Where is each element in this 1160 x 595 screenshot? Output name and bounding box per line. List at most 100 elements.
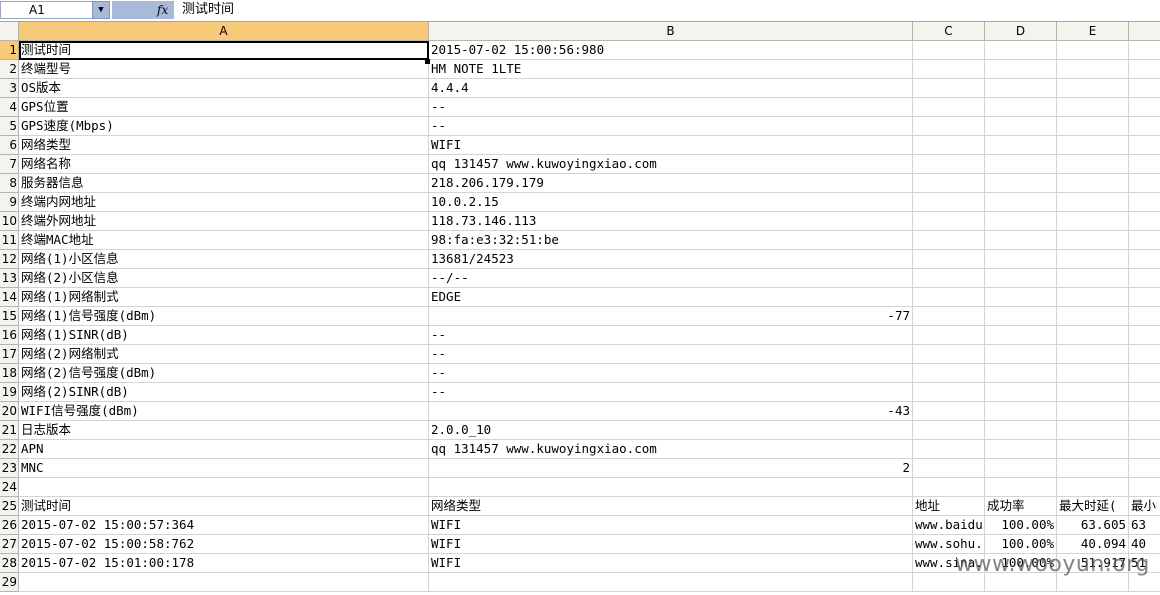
cell-e19[interactable] bbox=[1057, 383, 1129, 402]
cell-f9[interactable] bbox=[1129, 193, 1160, 212]
cell-b15[interactable]: -77 bbox=[429, 307, 913, 326]
cell-c9[interactable] bbox=[913, 193, 985, 212]
row-header[interactable]: 27 bbox=[0, 535, 19, 554]
row-header[interactable]: 1 bbox=[0, 41, 19, 60]
cell-f19[interactable] bbox=[1129, 383, 1160, 402]
cell-e6[interactable] bbox=[1057, 136, 1129, 155]
cell-a17[interactable]: 网络(2)网络制式 bbox=[19, 345, 429, 364]
cell-c22[interactable] bbox=[913, 440, 985, 459]
column-header-A[interactable]: A bbox=[19, 22, 429, 41]
cell-a12[interactable]: 网络(1)小区信息 bbox=[19, 250, 429, 269]
row-header[interactable]: 4 bbox=[0, 98, 19, 117]
cell-a16[interactable]: 网络(1)SINR(dB) bbox=[19, 326, 429, 345]
cell-d15[interactable] bbox=[985, 307, 1057, 326]
row-header[interactable]: 25 bbox=[0, 497, 19, 516]
cell-f18[interactable] bbox=[1129, 364, 1160, 383]
row-header[interactable]: 8 bbox=[0, 174, 19, 193]
cell-e4[interactable] bbox=[1057, 98, 1129, 117]
row-header[interactable]: 3 bbox=[0, 79, 19, 98]
cell-c1[interactable] bbox=[913, 41, 985, 60]
cell-b26[interactable]: WIFI bbox=[429, 516, 913, 535]
cell-f25[interactable]: 最小 bbox=[1129, 497, 1160, 516]
cell-d19[interactable] bbox=[985, 383, 1057, 402]
cell-f8[interactable] bbox=[1129, 174, 1160, 193]
cell-b2[interactable]: HM NOTE 1LTE bbox=[429, 60, 913, 79]
cell-a7[interactable]: 网络名称 bbox=[19, 155, 429, 174]
row-header[interactable]: 28 bbox=[0, 554, 19, 573]
cell-b16[interactable]: -- bbox=[429, 326, 913, 345]
cell-d9[interactable] bbox=[985, 193, 1057, 212]
cell-b27[interactable]: WIFI bbox=[429, 535, 913, 554]
cell-d16[interactable] bbox=[985, 326, 1057, 345]
cell-b24[interactable] bbox=[429, 478, 913, 497]
cell-a6[interactable]: 网络类型 bbox=[19, 136, 429, 155]
cell-f4[interactable] bbox=[1129, 98, 1160, 117]
cell-e12[interactable] bbox=[1057, 250, 1129, 269]
cell-d14[interactable] bbox=[985, 288, 1057, 307]
column-header-B[interactable]: B bbox=[429, 22, 913, 41]
row-header[interactable]: 20 bbox=[0, 402, 19, 421]
cell-f13[interactable] bbox=[1129, 269, 1160, 288]
cell-e11[interactable] bbox=[1057, 231, 1129, 250]
cell-f1[interactable] bbox=[1129, 41, 1160, 60]
cell-e16[interactable] bbox=[1057, 326, 1129, 345]
cell-f7[interactable] bbox=[1129, 155, 1160, 174]
cell-f22[interactable] bbox=[1129, 440, 1160, 459]
cell-e5[interactable] bbox=[1057, 117, 1129, 136]
cell-d13[interactable] bbox=[985, 269, 1057, 288]
cell-c10[interactable] bbox=[913, 212, 985, 231]
cell-b11[interactable]: 98:fa:e3:32:51:be bbox=[429, 231, 913, 250]
cell-a15[interactable]: 网络(1)信号强度(dBm) bbox=[19, 307, 429, 326]
cell-d3[interactable] bbox=[985, 79, 1057, 98]
cell-e20[interactable] bbox=[1057, 402, 1129, 421]
row-header[interactable]: 23 bbox=[0, 459, 19, 478]
cell-b28[interactable]: WIFI bbox=[429, 554, 913, 573]
fill-handle[interactable] bbox=[425, 59, 430, 64]
cell-a8[interactable]: 服务器信息 bbox=[19, 174, 429, 193]
cell-c5[interactable] bbox=[913, 117, 985, 136]
cell-a28[interactable]: 2015-07-02 15:01:00:178 bbox=[19, 554, 429, 573]
cell-b13[interactable]: --/-- bbox=[429, 269, 913, 288]
cell-c6[interactable] bbox=[913, 136, 985, 155]
cell-b14[interactable]: EDGE bbox=[429, 288, 913, 307]
row-header[interactable]: 12 bbox=[0, 250, 19, 269]
cell-a11[interactable]: 终端MAC地址 bbox=[19, 231, 429, 250]
column-header-next[interactable] bbox=[1129, 22, 1160, 41]
cell-a1[interactable]: 测试时间 bbox=[19, 41, 429, 60]
row-header[interactable]: 6 bbox=[0, 136, 19, 155]
cell-d18[interactable] bbox=[985, 364, 1057, 383]
cell-b7[interactable]: qq 131457 www.kuwoyingxiao.com bbox=[429, 155, 913, 174]
cell-a29[interactable] bbox=[19, 573, 429, 592]
cell-b5[interactable]: -- bbox=[429, 117, 913, 136]
cell-c15[interactable] bbox=[913, 307, 985, 326]
cell-a18[interactable]: 网络(2)信号强度(dBm) bbox=[19, 364, 429, 383]
cell-e22[interactable] bbox=[1057, 440, 1129, 459]
row-header[interactable]: 7 bbox=[0, 155, 19, 174]
cell-c4[interactable] bbox=[913, 98, 985, 117]
cell-c25[interactable]: 地址 bbox=[913, 497, 985, 516]
cell-f24[interactable] bbox=[1129, 478, 1160, 497]
cell-b10[interactable]: 118.73.146.113 bbox=[429, 212, 913, 231]
cell-a25[interactable]: 测试时间 bbox=[19, 497, 429, 516]
cell-e24[interactable] bbox=[1057, 478, 1129, 497]
row-header[interactable]: 26 bbox=[0, 516, 19, 535]
cell-a2[interactable]: 终端型号 bbox=[19, 60, 429, 79]
cell-d8[interactable] bbox=[985, 174, 1057, 193]
cell-d25[interactable]: 成功率 bbox=[985, 497, 1057, 516]
cell-e7[interactable] bbox=[1057, 155, 1129, 174]
cell-a27[interactable]: 2015-07-02 15:00:58:762 bbox=[19, 535, 429, 554]
cell-c19[interactable] bbox=[913, 383, 985, 402]
row-header[interactable]: 19 bbox=[0, 383, 19, 402]
name-box-dropdown-icon[interactable]: ▼ bbox=[92, 1, 110, 19]
cell-d5[interactable] bbox=[985, 117, 1057, 136]
cell-f21[interactable] bbox=[1129, 421, 1160, 440]
row-header[interactable]: 15 bbox=[0, 307, 19, 326]
cell-f26[interactable]: 63 bbox=[1129, 516, 1160, 535]
cell-a10[interactable]: 终端外网地址 bbox=[19, 212, 429, 231]
cell-f10[interactable] bbox=[1129, 212, 1160, 231]
cell-e10[interactable] bbox=[1057, 212, 1129, 231]
cell-e18[interactable] bbox=[1057, 364, 1129, 383]
row-header[interactable]: 9 bbox=[0, 193, 19, 212]
cell-b20[interactable]: -43 bbox=[429, 402, 913, 421]
cell-a14[interactable]: 网络(1)网络制式 bbox=[19, 288, 429, 307]
